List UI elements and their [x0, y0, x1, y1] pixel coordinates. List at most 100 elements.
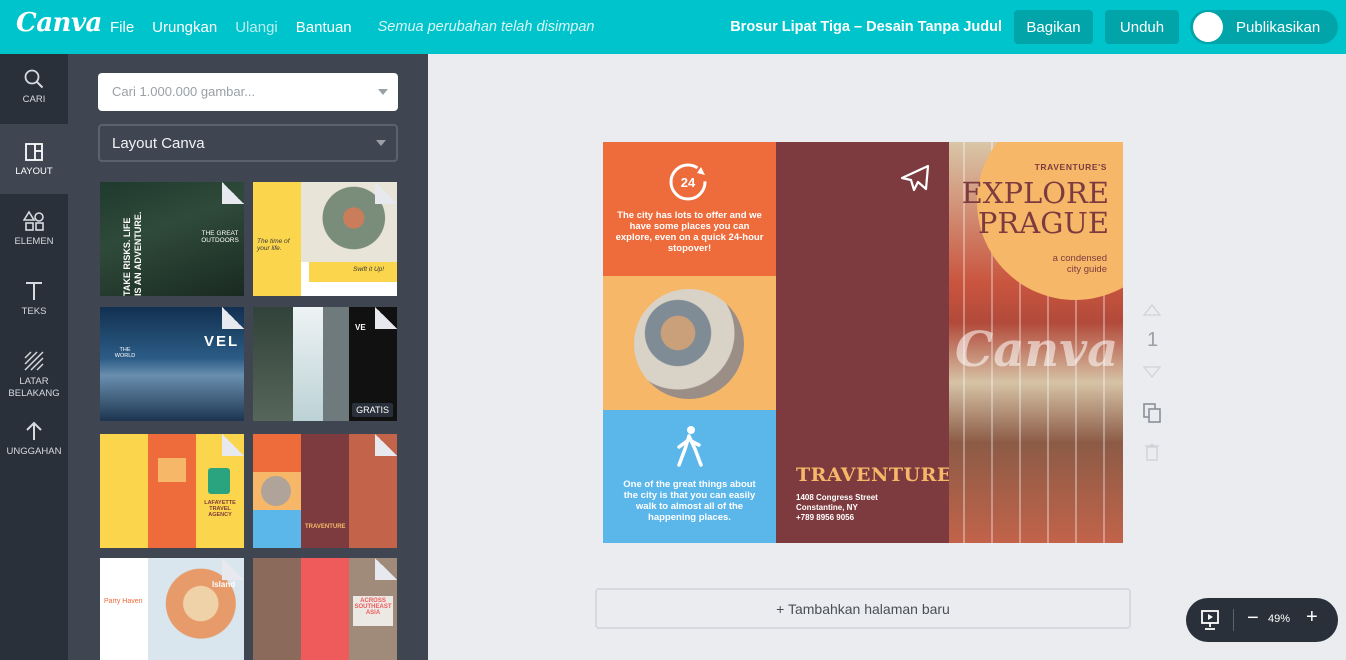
page-fold: [375, 307, 397, 329]
menu-redo[interactable]: Ulangi: [235, 19, 278, 36]
zoom-divider: [1233, 609, 1234, 631]
layout-thumbnail-4[interactable]: VE GRATIS: [253, 307, 397, 421]
thumb-text: Island: [212, 580, 236, 589]
nav-search[interactable]: CARI: [0, 68, 68, 124]
layout-thumbnail-8[interactable]: ACROSS SOUTHEAST ASIA: [253, 558, 397, 660]
presentation-icon[interactable]: [1200, 609, 1220, 631]
layout-thumbnail-5[interactable]: LAFAYETTE TRAVEL AGENCY: [100, 434, 244, 548]
menu-help[interactable]: Bantuan: [296, 19, 352, 36]
layout-thumbnail-1[interactable]: TAKE RISKS. LIFE IS AN ADVENTURE. THE GR…: [100, 182, 244, 296]
publish-label: Publikasikan: [1236, 18, 1321, 36]
clock-24-icon: 24: [669, 163, 707, 201]
nav-text[interactable]: TEKS: [0, 280, 68, 336]
download-button[interactable]: Unduh: [1105, 10, 1179, 44]
background-icon: [24, 351, 44, 371]
cover-title-line-2: PRAGUE: [977, 206, 1109, 240]
free-badge: GRATIS: [352, 403, 393, 417]
brand-name: TRAVENTURE: [796, 464, 952, 486]
search-placeholder: Cari 1.000.000 gambar...: [112, 84, 256, 99]
chevron-down-icon: [376, 140, 386, 146]
people-photo: [634, 289, 744, 399]
page-fold: [222, 558, 244, 580]
nav-search-label: CARI: [22, 94, 46, 105]
copy-page-icon[interactable]: [1143, 403, 1161, 423]
panel1-bottom-text: One of the great things about the city i…: [623, 479, 756, 523]
nav-layout-label: LAYOUT: [15, 166, 53, 177]
layout-icon: [25, 143, 43, 161]
chevron-down-icon[interactable]: [378, 89, 388, 95]
add-page-button[interactable]: + Tambahkan halaman baru: [595, 588, 1131, 629]
nav-elements[interactable]: ELEMEN: [0, 210, 68, 266]
thumb-text: TAKE RISKS. LIFE IS AN ADVENTURE.: [122, 211, 143, 296]
zoom-controls: − 49% +: [1186, 598, 1338, 642]
nav-uploads-label: UNGGAHAN: [6, 446, 62, 457]
address-line-1: 1408 Congress Street: [796, 493, 878, 502]
thumb-text: Swift it Up!: [353, 266, 385, 273]
brochure-panel-back[interactable]: TRAVENTURE 1408 Congress Street Constant…: [776, 142, 952, 543]
layout-panel: Cari 1.000.000 gambar... Layout Canva TA…: [68, 54, 428, 660]
share-button[interactable]: Bagikan: [1014, 10, 1093, 44]
left-nav: CARI LAYOUT ELEMEN TEKS LATAR BELAKANG U…: [0, 54, 68, 660]
panel1-top-text: The city has lots to offer and we have s…: [615, 210, 764, 254]
canva-watermark: Canva: [955, 322, 1119, 378]
page-number: 1: [1147, 329, 1159, 351]
thumb-text: THE WORLD: [114, 347, 136, 359]
page-fold: [222, 182, 244, 204]
nav-text-label: TEKS: [21, 306, 47, 317]
move-page-up-icon[interactable]: [1143, 304, 1161, 316]
menu-file[interactable]: File: [110, 19, 134, 36]
nav-layout[interactable]: LAYOUT: [0, 124, 68, 194]
zoom-out-button[interactable]: −: [1247, 607, 1259, 630]
address-line-3: +789 8956 9056: [796, 513, 855, 522]
layout-thumbnail-2[interactable]: The time of your life. Swift it Up!: [253, 182, 397, 296]
thumb-text: VEL: [204, 333, 240, 350]
cover-pretitle: TRAVENTURE'S: [1034, 162, 1107, 172]
nav-background-label: LATAR BELAKANG: [8, 376, 60, 399]
brochure-panel-inner-left[interactable]: 24 The city has lots to offer and we hav…: [603, 142, 776, 543]
trash-icon[interactable]: [1144, 443, 1160, 461]
thumb-text: The time of your life.: [257, 238, 290, 252]
zoom-in-button[interactable]: +: [1306, 606, 1318, 629]
nav-uploads[interactable]: UNGGAHAN: [0, 420, 68, 476]
badge-24: 24: [681, 175, 696, 190]
layout-thumbnail-3[interactable]: THE WORLD VEL: [100, 307, 244, 421]
brochure-panel-cover[interactable]: TRAVENTURE'S EXPLORE PRAGUE a condensed …: [949, 142, 1123, 543]
publish-toggle-knob: [1193, 12, 1223, 42]
publish-button[interactable]: Publikasikan: [1190, 10, 1338, 44]
nav-elements-label: ELEMEN: [14, 236, 54, 247]
thumb-text: Party Haven: [104, 598, 143, 605]
thumb-text: ACROSS SOUTHEAST ASIA: [354, 598, 392, 616]
cover-title-line-1: EXPLORE: [961, 176, 1109, 210]
search-input[interactable]: Cari 1.000.000 gambar...: [98, 73, 398, 111]
thumb-text: TRAVENTURE: [305, 524, 346, 530]
save-status: Semua perubahan telah disimpan: [377, 19, 595, 35]
thumb-text: VE: [355, 323, 366, 332]
layout-thumbnail-6[interactable]: TRAVENTURE: [253, 434, 397, 548]
page-fold: [375, 558, 397, 580]
canva-logo[interactable]: Canva: [16, 8, 102, 38]
layout-select[interactable]: Layout Canva: [98, 124, 398, 162]
text-icon: [26, 282, 42, 300]
page-fold: [375, 182, 397, 204]
top-bar: Canva File Urungkan Ulangi Bantuan Semua…: [0, 0, 1346, 54]
layout-thumbnail-7[interactable]: Party Haven Island: [100, 558, 244, 660]
upload-icon: [26, 421, 42, 440]
document-title[interactable]: Brosur Lipat Tiga – Desain Tanpa Judul: [730, 0, 1002, 54]
top-menu: File Urungkan Ulangi Bantuan Semua perub…: [110, 0, 594, 54]
airplane-icon: [900, 164, 930, 192]
zoom-level[interactable]: 49%: [1268, 613, 1290, 625]
design-canvas[interactable]: 24 The city has lots to offer and we hav…: [603, 142, 1123, 543]
address-line-2: Constantine, NY: [796, 503, 858, 512]
layout-select-value: Layout Canva: [112, 135, 205, 152]
nav-background[interactable]: LATAR BELAKANG: [0, 350, 68, 406]
shapes-icon: [23, 210, 44, 231]
walking-person-icon: [677, 426, 703, 467]
page-fold: [222, 307, 244, 329]
move-page-down-icon[interactable]: [1143, 366, 1161, 378]
search-icon: [24, 69, 44, 89]
thumb-text: THE GREAT OUTDOORS: [201, 230, 239, 244]
thumb-text: LAFAYETTE TRAVEL AGENCY: [204, 500, 236, 518]
cover-title: EXPLORE PRAGUE: [962, 178, 1109, 238]
menu-undo[interactable]: Urungkan: [152, 19, 217, 36]
cover-subtitle: a condensed city guide: [1052, 253, 1107, 275]
